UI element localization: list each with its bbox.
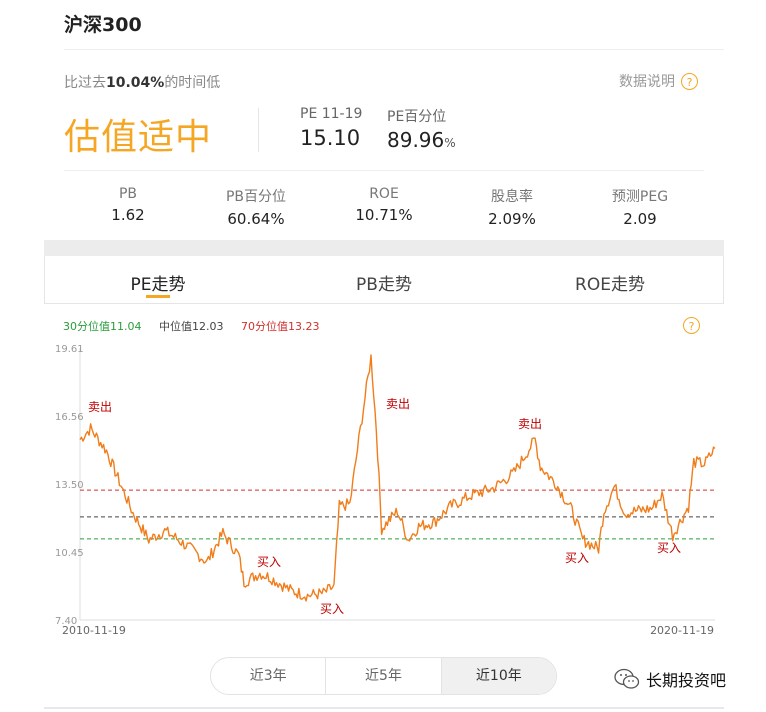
range-selector: 近3年 近5年 近10年 [210,657,557,695]
y-tick-label: 16.56 [55,412,84,423]
bottom-divider [44,707,724,709]
tab-pe-trend[interactable]: PE走势 [45,256,271,303]
x-tick-label: 2020-11-19 [650,624,714,637]
metric-value: 2.09 [623,210,657,228]
metric-forecast-peg: 预测PEG 2.09 [585,186,695,228]
metric-label: 股息率 [491,189,533,205]
y-tick-label: 13.50 [55,480,84,491]
signal-label: 买入 [320,602,344,616]
metric-roe: ROE 10.71% [329,186,439,224]
chart-annotations: 卖出买入买入卖出卖出买入买入 [88,397,681,616]
metric-label: ROE [369,186,399,202]
y-tick-label: 10.45 [55,548,84,559]
metric-pb-percentile: PB百分位 60.64% [201,186,311,228]
divider [64,49,724,50]
summary-percent: 10.04% [106,75,165,91]
divider [258,108,259,152]
pe-percentile-value: 89.96% [387,128,456,152]
summary-prefix: 比过去 [64,75,106,91]
valuation-level: 估值适中 [64,117,213,158]
tab-roe-trend[interactable]: ROE走势 [497,256,723,303]
signal-label: 买入 [257,555,281,569]
chart-tabs: PE走势 PB走势 ROE走势 [44,256,724,304]
chart-grid [79,348,715,621]
pe-chart: 19.6116.5613.5010.457.402010-11-19 2020-1… [55,344,716,637]
range-5y-button[interactable]: 近5年 [326,658,442,694]
tab-pb-trend[interactable]: PB走势 [271,256,497,303]
signal-label: 卖出 [88,400,112,414]
watermark-text: 长期投资吧 [646,671,727,690]
pe-percentile-label: PE百分位 [387,109,447,125]
metric-pb: PB 1.62 [73,186,183,224]
percentile-summary: 比过去10.04%的时间低 [64,72,220,92]
signal-label: 买入 [565,551,589,565]
wechat-icon [614,668,640,689]
y-tick-label: 19.61 [55,344,84,355]
pe-series-line [79,354,716,602]
signal-label: 买入 [657,541,681,555]
watermark: 长期投资吧 [614,667,726,691]
metric-label: PB百分位 [225,189,287,205]
data-explain-link[interactable]: 数据说明 ? [619,71,698,91]
metric-label: PB [118,186,138,202]
pe-value: 15.10 [300,126,361,150]
signal-label: 卖出 [518,417,542,431]
metric-value: 1.62 [111,206,145,224]
signal-label: 卖出 [386,397,410,411]
divider [64,170,704,171]
x-tick-label: 2010-11-19 [62,624,126,637]
metric-dividend-yield: 股息率 2.09% [457,186,567,228]
summary-suffix: 的时间低 [164,75,221,91]
page-title: 沪深300 [64,14,142,36]
pe-label: PE 11-19 [300,106,363,122]
metric-value: 10.71% [355,206,413,224]
help-icon[interactable]: ? [681,72,698,90]
pe-percentile-number: 89.96 [387,128,445,152]
range-3y-button[interactable]: 近3年 [211,658,327,694]
metric-value: 2.09% [488,210,536,228]
metric-value: 60.64% [227,210,285,228]
data-explain-label: 数据说明 [619,74,675,90]
pe-percentile-unit: % [444,136,456,150]
metric-label: 预测PEG [611,189,669,205]
range-10y-button[interactable]: 近10年 [441,658,556,694]
section-separator [44,240,724,256]
